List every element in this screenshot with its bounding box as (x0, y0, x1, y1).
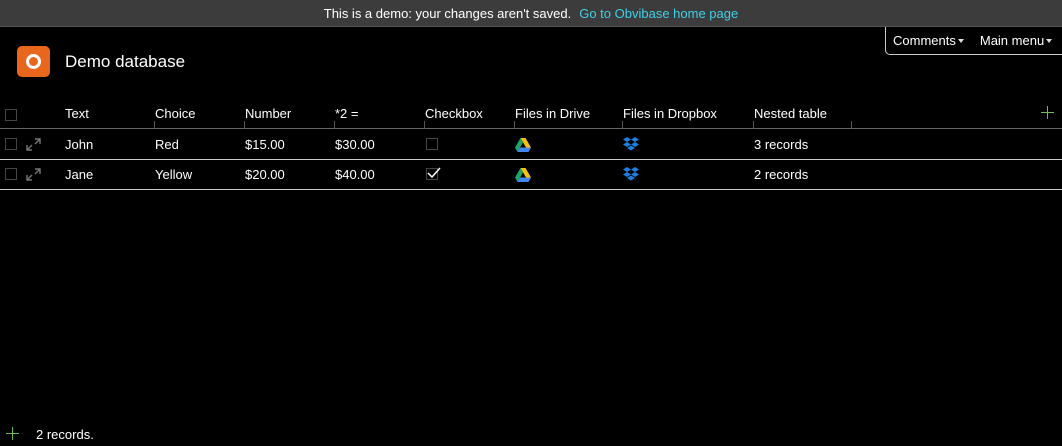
logo-ring-icon (26, 54, 41, 69)
comments-menu-button[interactable]: Comments (893, 33, 964, 48)
column-header-text[interactable]: Text (65, 103, 155, 129)
cell-checkbox[interactable] (426, 138, 438, 150)
record-count: 2 records. (36, 427, 94, 442)
add-record-button[interactable] (6, 427, 19, 440)
cell-text[interactable]: Jane (65, 160, 93, 189)
add-column-button[interactable] (1041, 106, 1054, 119)
google-drive-icon[interactable] (515, 138, 531, 152)
cell-number[interactable]: $20.00 (245, 160, 285, 189)
main-menu-button[interactable]: Main menu (979, 33, 1053, 48)
demo-banner: This is a demo: your changes aren't save… (0, 0, 1062, 27)
column-header-nested-table[interactable]: Nested table (754, 103, 852, 129)
app-logo[interactable] (17, 46, 50, 77)
dropbox-icon[interactable] (623, 137, 639, 152)
table-header: Text Choice Number *2 = Checkbox Files i… (0, 103, 1062, 129)
home-page-link[interactable]: Go to Obvibase home page (579, 6, 738, 21)
cell-choice[interactable]: Yellow (155, 160, 192, 189)
table-row[interactable]: John Red $15.00 $30.00 3 records (0, 130, 1062, 160)
column-header-number[interactable]: Number (245, 103, 335, 129)
column-header-files-in-drive[interactable]: Files in Drive (515, 103, 623, 129)
column-resize-handle[interactable] (851, 121, 852, 129)
chevron-down-icon (957, 38, 964, 43)
main-menu-label: Main menu (979, 33, 1045, 48)
comments-label: Comments (893, 33, 956, 48)
cell-formula: $30.00 (335, 137, 375, 152)
cell-number[interactable]: $15.00 (245, 130, 285, 159)
google-drive-icon[interactable] (515, 168, 531, 182)
demo-message: This is a demo: your changes aren't save… (323, 5, 572, 21)
row-select-checkbox[interactable] (5, 168, 17, 180)
column-header-choice[interactable]: Choice (155, 103, 245, 129)
column-header-formula[interactable]: *2 = (335, 103, 425, 129)
column-header-checkbox[interactable]: Checkbox (425, 103, 515, 129)
cell-choice[interactable]: Red (155, 130, 179, 159)
row-select-checkbox[interactable] (5, 138, 17, 150)
expand-row-icon[interactable] (26, 138, 41, 151)
select-all-checkbox[interactable] (5, 109, 17, 121)
expand-row-icon[interactable] (26, 168, 41, 181)
table-row[interactable]: Jane Yellow $20.00 $40.00 2 records (0, 160, 1062, 190)
column-header-files-in-dropbox[interactable]: Files in Dropbox (623, 103, 754, 129)
dropbox-icon[interactable] (623, 167, 639, 182)
checkmark-icon (427, 167, 441, 179)
cell-nested-table[interactable]: 2 records (754, 160, 808, 189)
database-title[interactable]: Demo database (65, 52, 185, 72)
cell-text[interactable]: John (65, 130, 93, 159)
chevron-down-icon (1046, 38, 1053, 43)
top-menu: Comments Main menu (885, 27, 1062, 55)
cell-formula: $40.00 (335, 167, 375, 182)
cell-nested-table[interactable]: 3 records (754, 130, 808, 159)
